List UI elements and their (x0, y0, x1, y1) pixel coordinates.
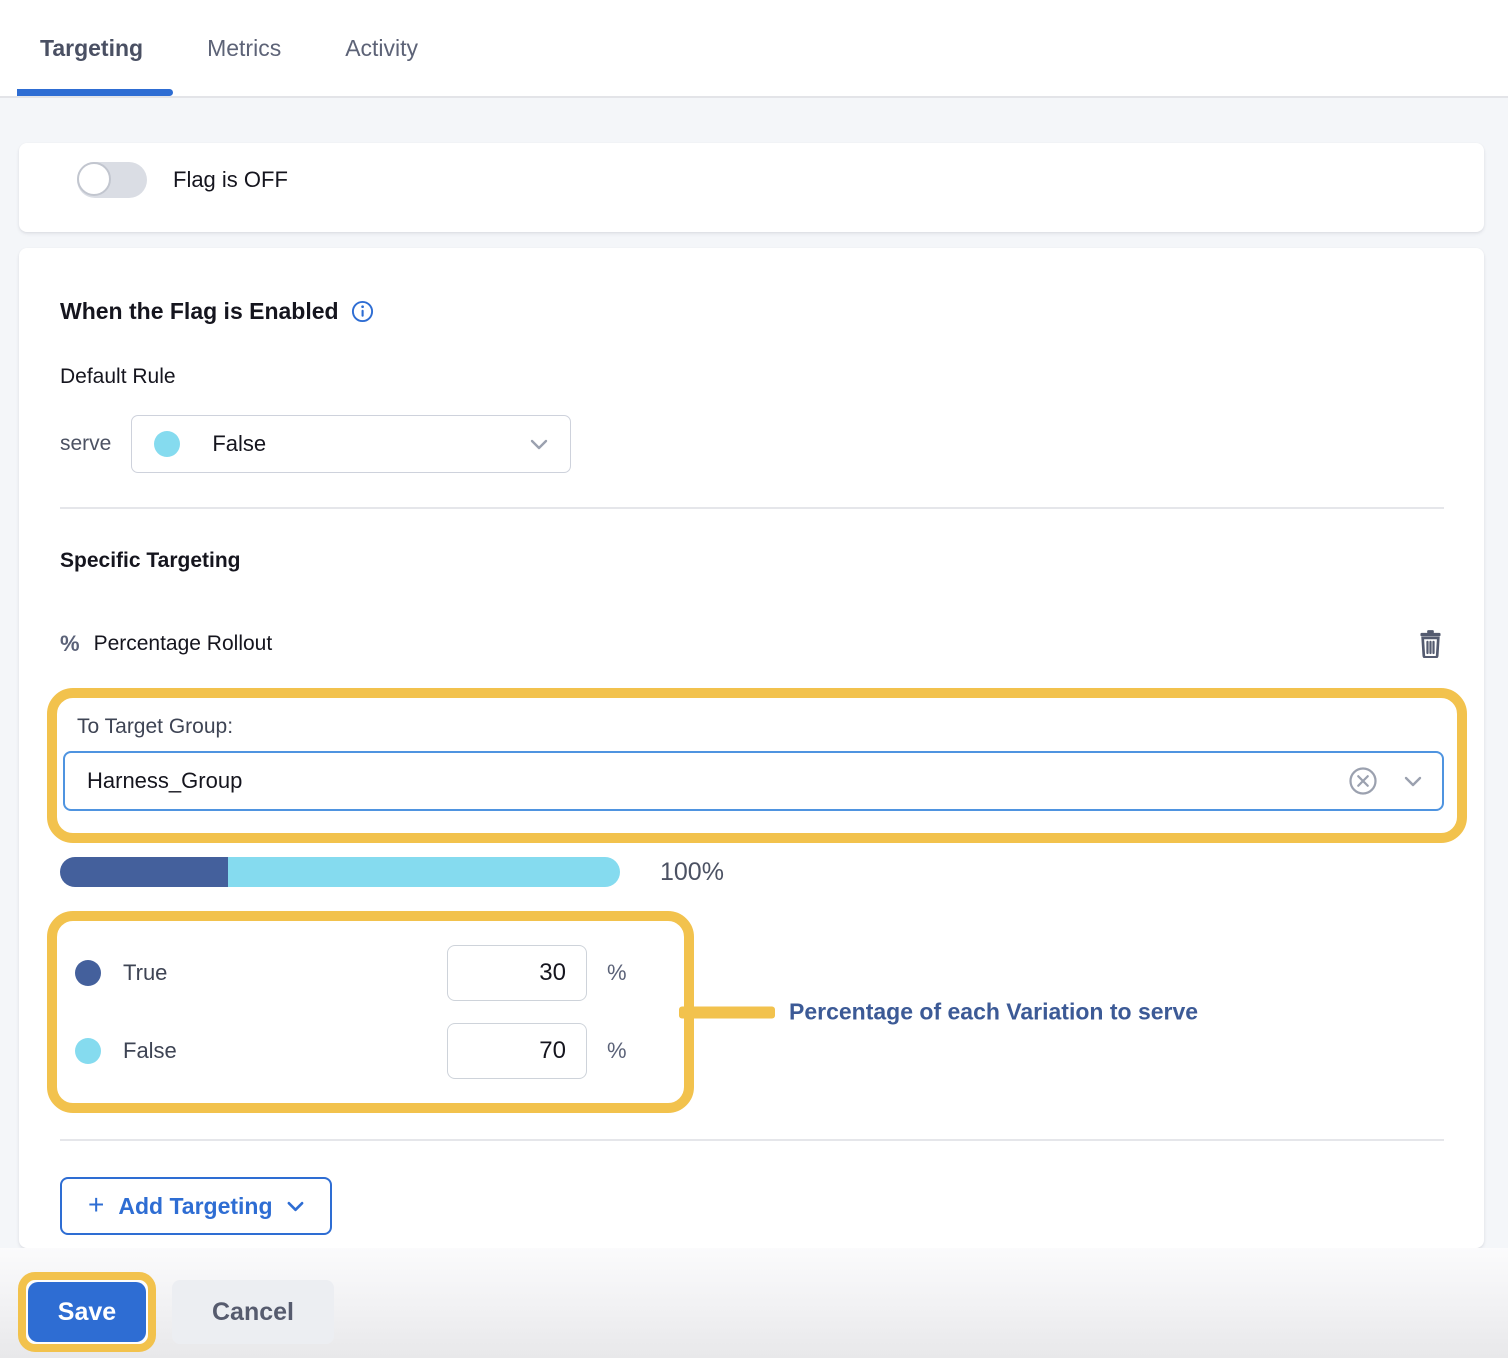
tab-bar: Targeting Metrics Activity (0, 0, 1508, 98)
target-group-highlight-box: To Target Group: Harness_Group (47, 688, 1467, 843)
chevron-down-icon (530, 439, 548, 450)
variation-row-false: False % (57, 1013, 684, 1089)
variation-color-dot (154, 431, 180, 457)
specific-targeting-label: Specific Targeting (60, 549, 1444, 573)
add-targeting-button[interactable]: + Add Targeting (60, 1177, 332, 1235)
enabled-section-title: When the Flag is Enabled (60, 298, 1444, 325)
clear-icon[interactable] (1348, 766, 1378, 796)
flag-status-label: Flag is OFF (173, 167, 288, 193)
plus-icon: + (88, 1189, 104, 1221)
tab-targeting[interactable]: Targeting (40, 0, 143, 96)
tab-metrics[interactable]: Metrics (207, 0, 281, 96)
annotation-text: Percentage of each Variation to serve (789, 999, 1198, 1026)
divider (60, 507, 1444, 509)
rollout-weight-bar (60, 857, 620, 887)
save-button[interactable]: Save (28, 1282, 146, 1342)
variation-true-weight-input[interactable] (447, 945, 587, 1001)
flag-status-card: Flag is OFF (19, 143, 1484, 232)
bar-total-label: 100% (660, 858, 724, 887)
annotation-connector-line (679, 1006, 775, 1018)
save-highlight-ring: Save (18, 1272, 156, 1352)
default-rule-label: Default Rule (60, 365, 1444, 389)
variations-highlight-box: True % False % (47, 911, 694, 1113)
toggle-knob-icon (77, 162, 111, 196)
percent-unit-label: % (607, 1038, 629, 1064)
default-variation-select[interactable]: False (131, 415, 571, 473)
bar-segment-false (228, 857, 620, 887)
variation-false-dot (75, 1038, 101, 1064)
variation-annotation: Percentage of each Variation to serve (679, 999, 1198, 1026)
variation-false-name: False (123, 1038, 447, 1064)
target-group-label: To Target Group: (77, 715, 1444, 739)
variation-true-dot (75, 960, 101, 986)
divider (60, 1139, 1444, 1141)
delete-rule-button[interactable] (1417, 629, 1444, 658)
trash-icon (1417, 629, 1444, 658)
tab-activity[interactable]: Activity (345, 0, 418, 96)
percentage-icon: % (60, 631, 80, 657)
cancel-button[interactable]: Cancel (172, 1280, 334, 1344)
rollout-rule-title: Percentage Rollout (94, 632, 1417, 656)
variation-false-weight-input[interactable] (447, 1023, 587, 1079)
bar-segment-true (60, 857, 228, 887)
selected-variation-value: False (212, 431, 530, 457)
add-targeting-label: Add Targeting (118, 1193, 272, 1220)
chevron-down-icon (287, 1201, 304, 1212)
target-group-value: Harness_Group (87, 768, 1348, 794)
variation-true-name: True (123, 960, 447, 986)
flag-rules-card: When the Flag is Enabled Default Rule se… (19, 248, 1484, 1248)
chevron-down-icon[interactable] (1404, 776, 1422, 787)
serve-label: serve (60, 432, 111, 456)
footer-bar: Save Cancel (0, 1248, 1508, 1358)
page-title: When the Flag is Enabled (60, 298, 339, 325)
variation-row-true: True % (57, 935, 684, 1011)
flag-toggle[interactable] (77, 162, 147, 198)
percent-unit-label: % (607, 960, 629, 986)
target-group-select[interactable]: Harness_Group (63, 751, 1444, 811)
info-icon[interactable] (351, 300, 374, 323)
